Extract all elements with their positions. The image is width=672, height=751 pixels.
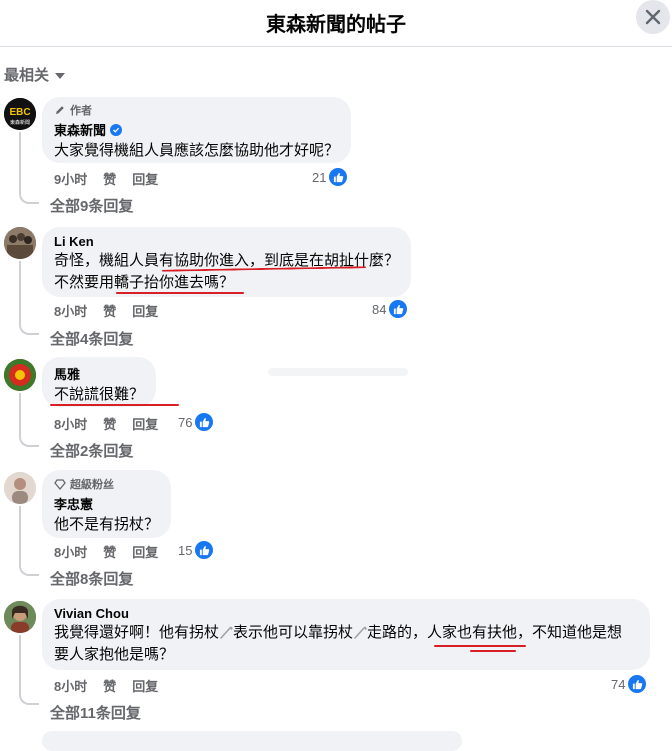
comment-text: 他不是有拐杖？ (54, 516, 160, 533)
like-count[interactable]: 15 (178, 541, 214, 559)
like-count[interactable]: 84 (372, 300, 408, 318)
user-photo-icon (4, 227, 36, 259)
like-count-number: 84 (372, 301, 387, 317)
view-replies-link[interactable]: 全部2条回复 (50, 440, 133, 461)
like-count-number: 21 (312, 169, 327, 185)
thread-line (19, 261, 39, 335)
author-badge-label: 作者 (70, 105, 92, 117)
cane-emoji-icon (354, 626, 367, 639)
commenter-name[interactable]: Li Ken (54, 234, 399, 249)
reply-button[interactable]: 回复 (132, 542, 158, 561)
like-count[interactable]: 74 (611, 675, 647, 693)
view-replies-link[interactable]: 全部4条回复 (50, 328, 133, 349)
thread-line (19, 635, 39, 705)
comment-text-line: 要人家抱他是嗎？ (54, 646, 175, 663)
avatar[interactable] (4, 227, 36, 259)
thumbs-up-icon (195, 413, 214, 431)
dialog-header: 東森新聞的帖子 (0, 0, 672, 47)
like-count[interactable]: 21 (312, 168, 348, 186)
view-replies-link[interactable]: 全部9条回复 (50, 195, 133, 216)
avatar[interactable]: EBC 東森新聞 (4, 98, 36, 130)
like-button[interactable]: 赞 (103, 542, 116, 561)
thumbs-up-icon (195, 541, 214, 559)
like-count-number: 15 (178, 542, 193, 558)
flower-photo-icon (4, 359, 36, 391)
thread-line (19, 506, 39, 576)
like-button[interactable]: 赞 (103, 301, 116, 320)
annotation-underline (116, 292, 244, 294)
commenter-name[interactable]: 李忠憲 (54, 494, 159, 513)
comment-text-segment: 我覺得還好啊！他有拐杖 (54, 624, 220, 641)
thread-line (19, 393, 39, 447)
top-fan-badge: 超級粉丝 (54, 476, 159, 492)
sort-dropdown[interactable]: 最相关 (4, 64, 66, 85)
comment-time[interactable]: 8小时 (54, 414, 87, 433)
top-fan-label: 超級粉丝 (70, 479, 114, 491)
comment-bubble: 馬雅 不說謊很難？ (42, 357, 156, 407)
like-button[interactable]: 赞 (103, 676, 116, 695)
like-button[interactable]: 赞 (103, 169, 116, 188)
reply-button[interactable]: 回复 (132, 301, 158, 320)
annotation-underline (470, 650, 516, 652)
reply-button[interactable]: 回复 (132, 676, 158, 695)
close-button[interactable] (636, 0, 670, 34)
like-count-number: 74 (611, 676, 626, 692)
user-photo-icon (4, 472, 36, 504)
thread-line (19, 132, 39, 204)
comment-actions: 8小时 赞 回复 (54, 676, 158, 695)
comment-actions: 8小时 赞 回复 (54, 542, 158, 561)
comment-bubble: 作者 東森新聞 大家覺得機組人員應該怎麼協助他才好呢？ (42, 97, 351, 163)
comment-bubble: Li Ken 奇怪，機組人員有協助你進入，到底是在胡扯什麼？ 不然要用轎子抬你進… (42, 227, 411, 297)
comment-bubble: Vivian Chou 我覺得還好啊！他有拐杖 表示他可以靠拐杖 走路的，人家也有扶… (42, 599, 650, 670)
commenter-name[interactable]: 東森新聞 (54, 120, 106, 139)
avatar-logo-text: EBC (9, 107, 30, 118)
commenter-name[interactable]: 馬雅 (54, 364, 144, 383)
dialog-title: 東森新聞的帖子 (266, 14, 406, 36)
user-photo-icon (4, 601, 36, 633)
avatar[interactable] (4, 472, 36, 504)
diamond-icon (54, 479, 66, 490)
comment-text-line: 我覺得還好啊！他有拐杖 表示他可以靠拐杖 走路的，人家也有扶他，不知道他是想 (54, 622, 644, 644)
avatar[interactable] (4, 359, 36, 391)
comment-actions: 8小时 赞 回复 (54, 414, 158, 433)
annotation-underline (434, 645, 526, 647)
comment-actions: 9小时 赞 回复 (54, 169, 158, 188)
like-count-number: 76 (178, 414, 193, 430)
comment-time[interactable]: 8小时 (54, 542, 87, 561)
reply-button[interactable]: 回复 (132, 414, 158, 433)
thumbs-up-icon (628, 675, 647, 693)
thumbs-up-icon (389, 300, 408, 318)
comment-actions: 8小时 赞 回复 (54, 301, 158, 320)
comment-time[interactable]: 9小时 (54, 169, 87, 188)
comment-text: 不說謊很難？ (54, 386, 145, 403)
view-replies-link[interactable]: 全部11条回复 (50, 702, 141, 723)
chevron-down-icon (55, 72, 66, 79)
commenter-name[interactable]: Vivian Chou (54, 606, 644, 621)
like-count[interactable]: 76 (178, 413, 214, 431)
comment-text: 大家覺得機組人員應該怎麼協助他才好呢？ (54, 142, 340, 159)
ebc-logo-icon: EBC 東森新聞 (4, 98, 36, 130)
like-button[interactable]: 赞 (103, 414, 116, 433)
avatar-logo-subtext: 東森新聞 (10, 119, 30, 126)
verified-badge-icon (110, 123, 123, 136)
comment-text-segment: 表示他可以靠拐杖 (233, 624, 354, 641)
comment-time[interactable]: 8小时 (54, 676, 87, 695)
comment-bubble: 超級粉丝 李忠憲 他不是有拐杖？ (42, 470, 171, 538)
pencil-icon (56, 106, 64, 114)
avatar[interactable] (4, 601, 36, 633)
sort-label: 最相关 (4, 67, 50, 84)
author-badge: 作者 (54, 102, 339, 118)
reply-button[interactable]: 回复 (132, 169, 158, 188)
comment-text-line: 不然要用轎子抬你進去嗎？ (54, 274, 235, 291)
comment-time[interactable]: 8小时 (54, 301, 87, 320)
faint-watermark (268, 368, 408, 376)
close-icon (645, 9, 661, 25)
view-replies-link[interactable]: 全部8条回复 (50, 568, 133, 589)
comment-bubble (42, 731, 462, 751)
thumbs-up-icon (329, 168, 348, 186)
comment-text-segment: 走路的，人家也有扶他，不知道他是想 (367, 624, 623, 641)
annotation-underline (50, 404, 179, 406)
cane-emoji-icon (220, 626, 233, 639)
